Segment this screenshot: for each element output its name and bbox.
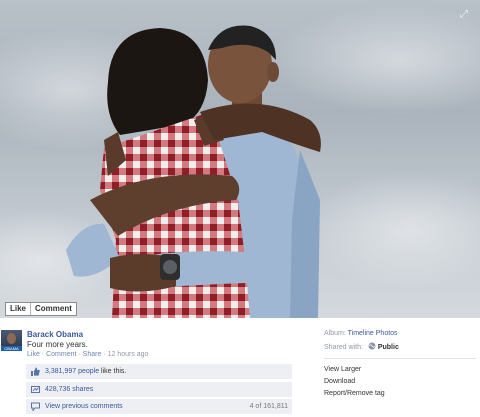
post-caption: Four more years. bbox=[27, 340, 88, 349]
share-icon bbox=[31, 386, 40, 393]
like-button[interactable]: Like bbox=[6, 303, 30, 315]
avatar[interactable]: OBAMA BIDEN bbox=[1, 330, 22, 351]
sidebar-divider bbox=[324, 358, 476, 359]
comment-bubble-icon bbox=[31, 402, 40, 411]
shared-with-info: Shared with: Public bbox=[324, 342, 399, 351]
photo-actions: Like Comment bbox=[5, 302, 77, 316]
post-time[interactable]: 12 hours ago bbox=[108, 351, 149, 358]
download-link[interactable]: Download bbox=[324, 378, 355, 385]
shared-label: Shared with: bbox=[324, 344, 363, 351]
expand-icon[interactable]: ⤢ bbox=[460, 10, 470, 20]
globe-icon bbox=[368, 342, 376, 350]
avatar-badge: OBAMA BIDEN bbox=[1, 346, 22, 351]
shares-row: 428,736 shares bbox=[26, 382, 292, 397]
likes-row: 3,381,997 people like this. bbox=[26, 364, 292, 379]
likes-suffix: like this. bbox=[99, 368, 127, 375]
album-link[interactable]: Timeline Photos bbox=[348, 330, 398, 337]
thumbs-up-icon bbox=[31, 367, 40, 376]
meta-like-link[interactable]: Like bbox=[27, 351, 40, 358]
meta-share-link[interactable]: Share bbox=[83, 351, 102, 358]
privacy-value[interactable]: Public bbox=[378, 344, 399, 351]
likes-count-link[interactable]: 3,381,997 people bbox=[45, 368, 99, 375]
photo-image bbox=[0, 5, 480, 318]
avatar-face bbox=[7, 333, 16, 344]
report-remove-tag-link[interactable]: Report/Remove tag bbox=[324, 390, 385, 397]
meta-comment-link[interactable]: Comment bbox=[46, 351, 76, 358]
comment-button[interactable]: Comment bbox=[30, 303, 76, 315]
photo-viewer[interactable]: ⤢ Like Comment bbox=[0, 0, 480, 318]
shares-link[interactable]: 428,736 shares bbox=[45, 385, 93, 394]
album-label: Album: bbox=[324, 330, 346, 337]
likes-text: 3,381,997 people like this. bbox=[45, 367, 126, 376]
author-name[interactable]: Barack Obama bbox=[27, 330, 83, 339]
album-info: Album: Timeline Photos bbox=[324, 330, 398, 337]
previous-comments-row: View previous comments 4 of 161,811 bbox=[26, 399, 292, 414]
view-larger-link[interactable]: View Larger bbox=[324, 366, 361, 373]
post-meta: Like · Comment · Share · 12 hours ago bbox=[27, 351, 148, 358]
view-previous-comments-link[interactable]: View previous comments bbox=[45, 402, 123, 411]
photo-info-panel: OBAMA BIDEN Barack Obama Four more years… bbox=[0, 318, 480, 417]
comment-count: 4 of 161,811 bbox=[249, 403, 288, 410]
